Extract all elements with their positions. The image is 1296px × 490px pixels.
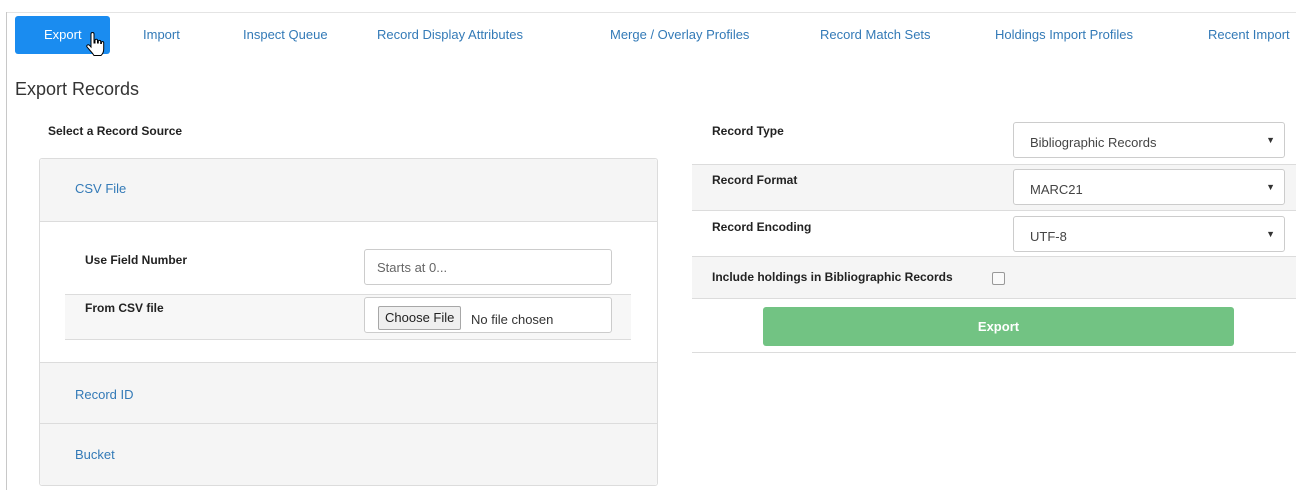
csv-file-panel-header[interactable]: CSV File — [40, 159, 657, 221]
tab-recent-import[interactable]: Recent Import — [1208, 16, 1290, 54]
row-divider — [65, 339, 631, 340]
record-id-panel-header[interactable]: Record ID — [40, 363, 657, 424]
tab-bar: Export Import Inspect Queue Record Displ… — [15, 16, 1296, 54]
record-format-select[interactable]: MARC21 ▼ — [1013, 169, 1285, 205]
tab-inspect-queue[interactable]: Inspect Queue — [243, 16, 328, 54]
record-source-heading: Select a Record Source — [48, 124, 183, 138]
choose-file-button[interactable]: Choose File — [378, 306, 462, 330]
record-type-label: Record Type — [712, 124, 784, 138]
export-button[interactable]: Export — [763, 307, 1234, 346]
csv-file-label: From CSV file — [85, 301, 164, 315]
csv-file-link[interactable]: CSV File — [75, 181, 126, 196]
record-encoding-value: UTF-8 — [1030, 229, 1067, 244]
record-id-link[interactable]: Record ID — [75, 387, 134, 402]
record-source-accordion: CSV File Use Field Number From CSV file … — [39, 158, 658, 486]
chevron-down-icon: ▼ — [1266, 229, 1275, 239]
page-title: Export Records — [15, 79, 140, 99]
csv-file-panel-body: Use Field Number From CSV file Choose Fi… — [40, 221, 657, 363]
record-format-value: MARC21 — [1030, 182, 1083, 197]
file-status-text: No file chosen — [471, 312, 554, 327]
field-number-label: Use Field Number — [85, 253, 188, 267]
bucket-panel-header[interactable]: Bucket — [40, 424, 657, 485]
tab-record-match-sets[interactable]: Record Match Sets — [820, 16, 931, 54]
field-number-input[interactable] — [364, 249, 612, 285]
record-format-label: Record Format — [712, 173, 798, 187]
include-holdings-label: Include holdings in Bibliographic Record… — [712, 270, 953, 284]
tab-import[interactable]: Import — [143, 16, 180, 54]
row-divider — [692, 210, 1296, 211]
frame-top-border — [6, 12, 1296, 13]
chevron-down-icon: ▼ — [1266, 135, 1275, 145]
frame-left-border — [6, 12, 7, 490]
tab-record-display-attributes[interactable]: Record Display Attributes — [377, 16, 523, 54]
row-divider — [692, 298, 1296, 299]
record-type-value: Bibliographic Records — [1030, 135, 1157, 150]
chevron-down-icon: ▼ — [1266, 182, 1275, 192]
hand-cursor-icon — [86, 32, 105, 56]
tab-merge-overlay-profiles[interactable]: Merge / Overlay Profiles — [610, 16, 749, 54]
tab-holdings-import-profiles[interactable]: Holdings Import Profiles — [995, 16, 1133, 54]
record-encoding-label: Record Encoding — [712, 220, 812, 234]
bucket-link[interactable]: Bucket — [75, 447, 115, 462]
row-divider — [692, 352, 1296, 353]
record-type-select[interactable]: Bibliographic Records ▼ — [1013, 122, 1285, 158]
record-encoding-select[interactable]: UTF-8 ▼ — [1013, 216, 1285, 252]
csv-file-picker[interactable]: Choose File No file chosen — [364, 297, 612, 333]
include-holdings-checkbox[interactable] — [992, 272, 1005, 285]
